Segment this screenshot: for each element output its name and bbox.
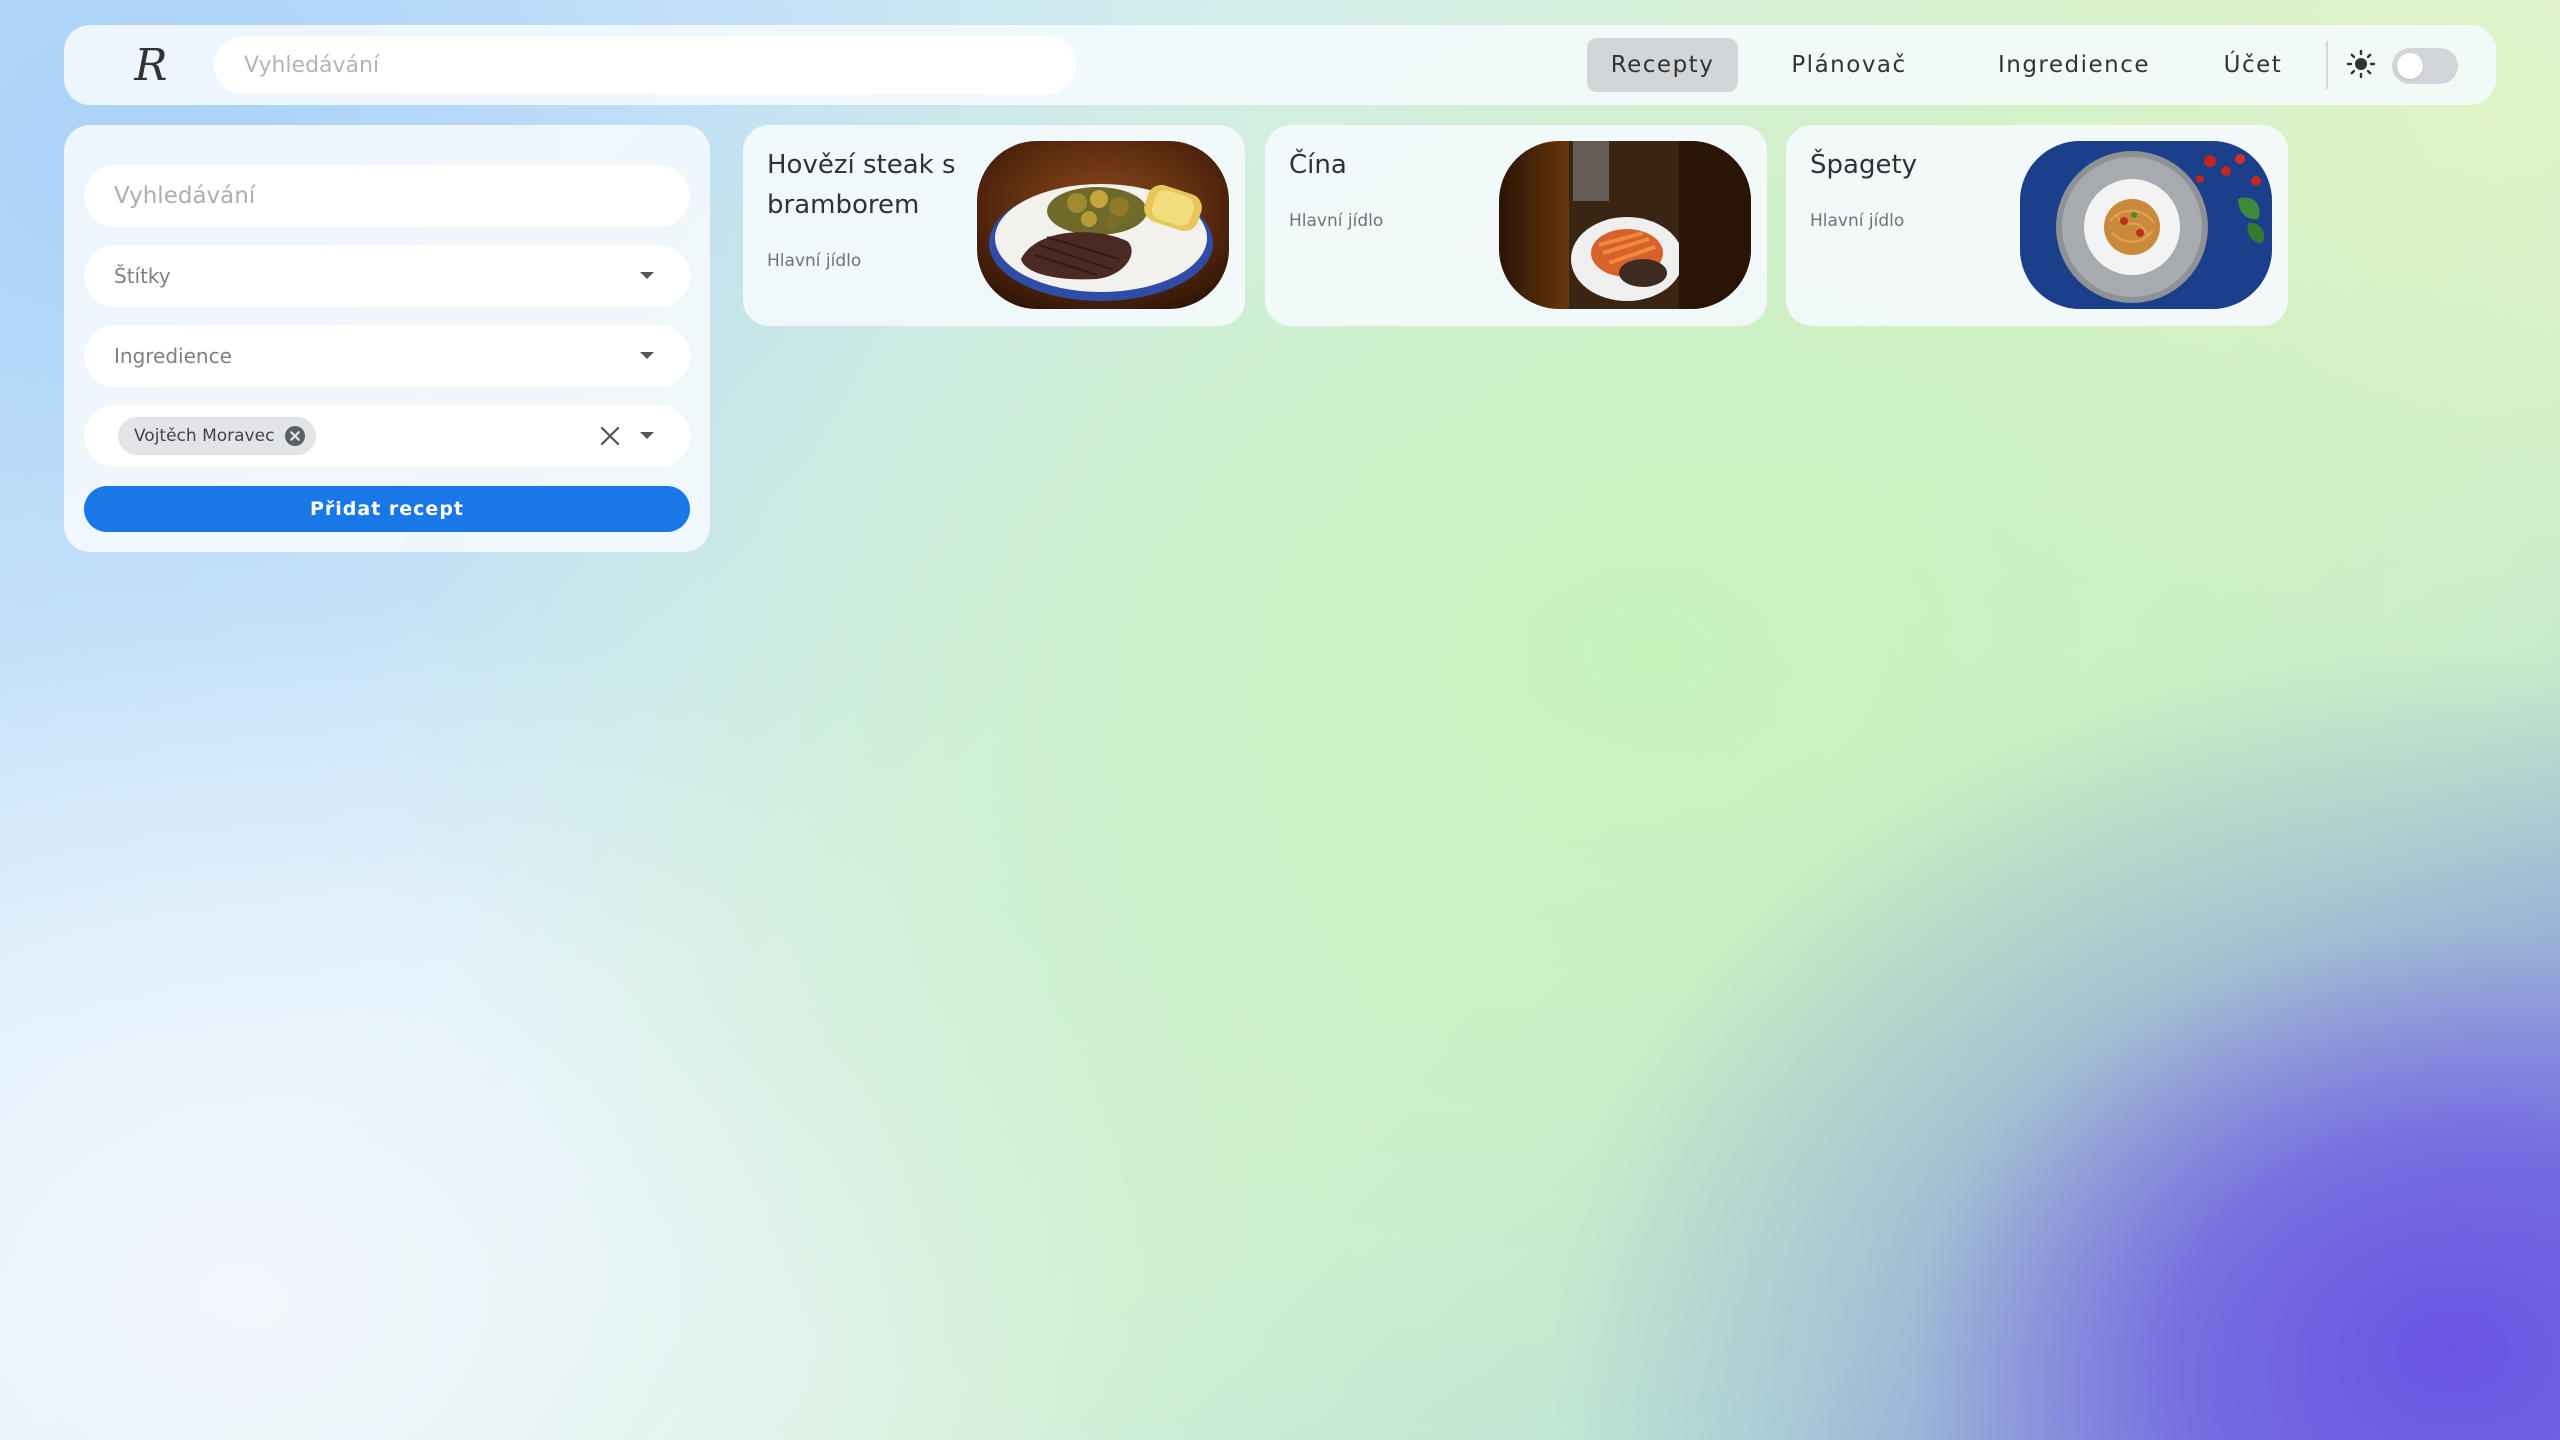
chinese-dish-photo (1499, 141, 1751, 309)
spaghetti-plate-photo (2020, 141, 2272, 309)
recipe-card[interactable]: Špagety Hlavní jídlo (1786, 125, 2288, 326)
filter-search-field (84, 165, 690, 227)
header-search-input[interactable] (214, 36, 1076, 94)
recipe-card[interactable]: Čína Hlavní jídlo (1265, 125, 1767, 326)
nav-divider (2326, 41, 2328, 89)
recipe-image (2020, 141, 2272, 309)
recipe-category: Hlavní jídlo (1810, 211, 1905, 231)
recipe-title: Špagety (1810, 150, 1918, 180)
steak-with-potatoes-photo (977, 141, 1229, 309)
chevron-down-icon (640, 272, 654, 279)
chevron-down-icon (640, 352, 654, 359)
filter-panel: Štítky Ingredience Vojtěch Moravec Přida (64, 125, 710, 552)
tags-label: Štítky (114, 264, 171, 288)
logo-letter: R (134, 40, 168, 91)
top-navigation-bar: R Recepty Plánovač Ingredience Účet (64, 25, 2496, 105)
add-recipe-button[interactable]: Přidat recept (84, 486, 690, 532)
tags-select[interactable]: Štítky (84, 245, 690, 307)
clear-icon[interactable] (598, 424, 622, 448)
recipe-image (977, 141, 1229, 309)
chevron-down-icon (640, 432, 654, 439)
recipe-card[interactable]: Hovězí steak s bramborem Hlavní jídlo (743, 125, 1245, 326)
nav-planovac[interactable]: Plánovač (1780, 38, 1918, 92)
theme-toggle[interactable] (2392, 48, 2458, 84)
author-select[interactable]: Vojtěch Moravec (84, 405, 690, 467)
sun-icon (2346, 49, 2376, 79)
app-logo[interactable]: R (124, 43, 178, 89)
recipe-title: Hovězí steak s bramborem (767, 150, 956, 220)
recipe-image (1499, 141, 1751, 309)
recipe-title: Čína (1289, 150, 1347, 180)
nav-ucet[interactable]: Účet (2213, 38, 2293, 92)
chip-remove-icon[interactable] (284, 425, 306, 447)
author-chip: Vojtěch Moravec (118, 417, 317, 455)
ingredients-label: Ingredience (114, 344, 232, 368)
recipe-category: Hlavní jídlo (767, 251, 862, 271)
toggle-knob (2397, 53, 2423, 79)
recipe-category: Hlavní jídlo (1289, 211, 1384, 231)
filter-search-input[interactable] (84, 165, 690, 227)
author-chip-label: Vojtěch Moravec (134, 426, 275, 446)
ingredients-select[interactable]: Ingredience (84, 325, 690, 387)
nav-recepty[interactable]: Recepty (1587, 38, 1738, 92)
nav-ingredience[interactable]: Ingredience (1969, 38, 2179, 92)
